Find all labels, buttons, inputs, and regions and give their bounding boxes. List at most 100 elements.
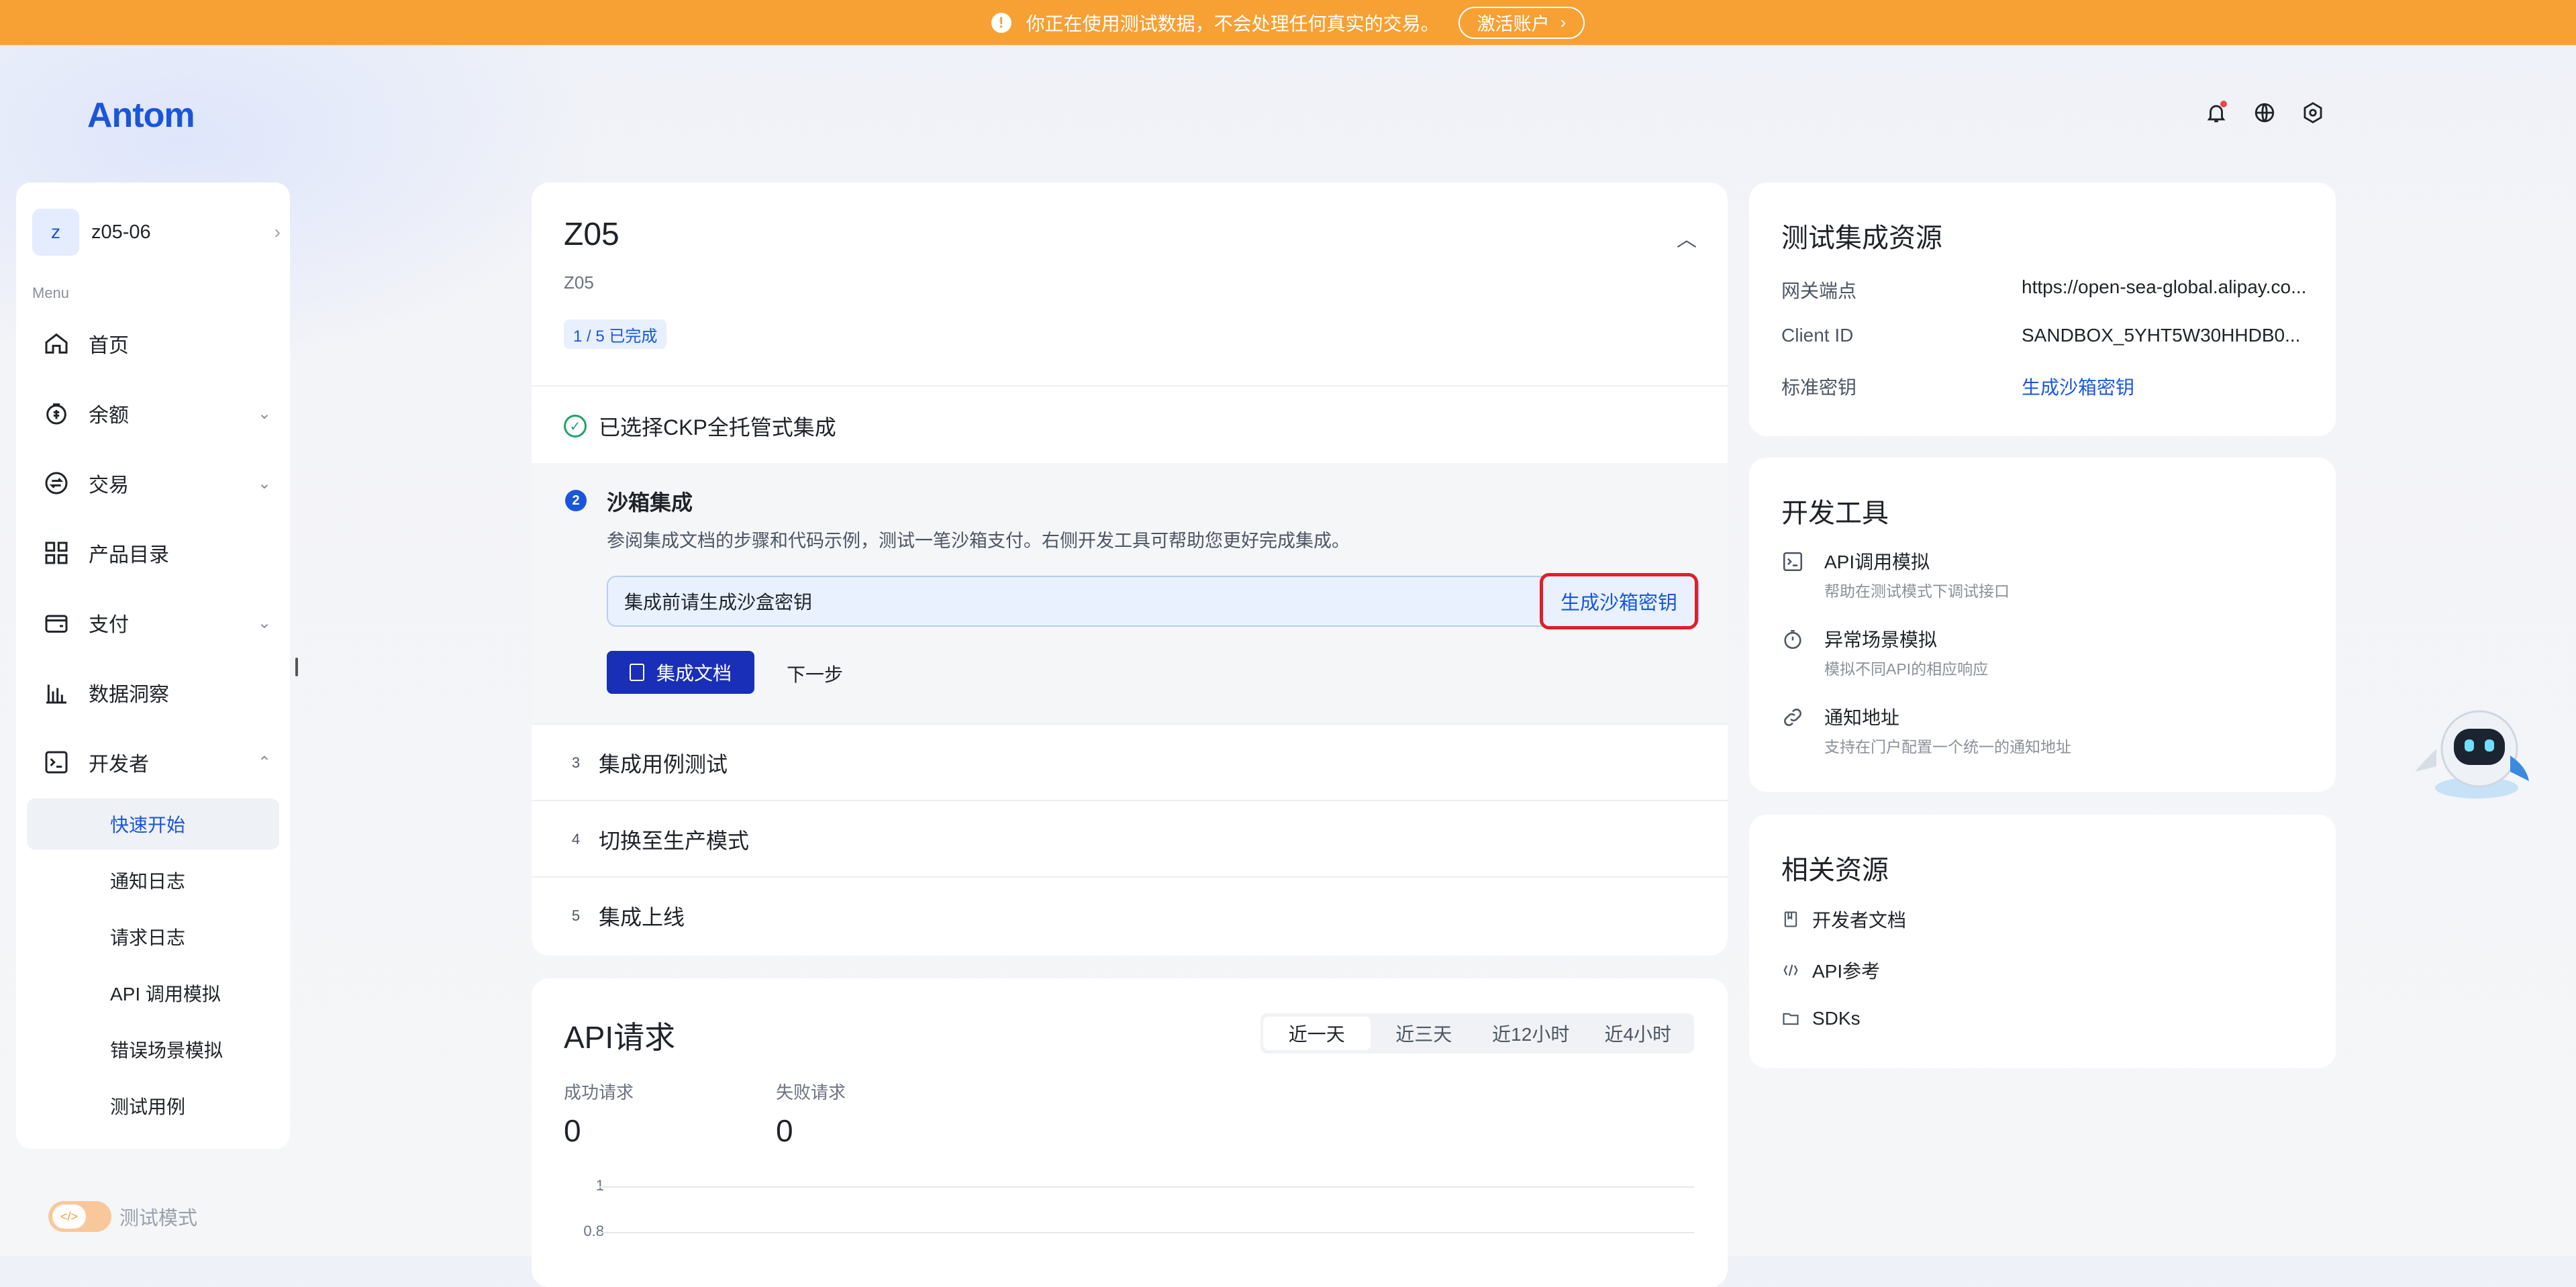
step-number: 4: [571, 831, 581, 847]
test-resources-title: 测试集成资源: [1781, 223, 1942, 253]
assistant-robot-icon[interactable]: [2410, 702, 2533, 801]
exchange-icon: [45, 472, 68, 495]
chevron-up-icon[interactable]: ︿: [1677, 223, 1697, 252]
failed-requests-value: 0: [776, 1113, 793, 1148]
step-2-title: 沙箱集成: [607, 491, 693, 515]
test-mode-label: 测试模式: [119, 1208, 198, 1229]
resource-label: API参考: [1812, 961, 1881, 982]
step-3-row[interactable]: 3 集成用例测试: [532, 726, 1728, 800]
nav-item-transactions[interactable]: 交易 ⌄: [43, 463, 271, 503]
book-icon: [1784, 911, 1797, 927]
sidebar: z z05-06 › Menu 首页 余额 ⌄ 交易 ⌄ 产品目录 支付 ⌄ 数…: [16, 183, 290, 1149]
time-range-selector: 近一天 近三天 近12小时 近4小时: [1260, 1013, 1694, 1053]
failed-requests-label: 失败请求: [776, 1082, 846, 1102]
tool-description: 帮助在测试模式下调试接口: [1824, 582, 2010, 600]
document-icon: [629, 664, 644, 681]
step-1-row[interactable]: ✓ 已选择CKP全托管式集成: [532, 389, 1728, 463]
integration-docs-button[interactable]: 集成文档: [607, 651, 754, 694]
sub-item-api-simulation[interactable]: API 调用模拟: [27, 968, 279, 1019]
step-label: 集成用例测试: [599, 752, 728, 776]
generate-key-link[interactable]: 生成沙箱密钥: [2022, 373, 2310, 400]
brand-logo[interactable]: Antom: [87, 95, 195, 136]
home-icon: [45, 333, 68, 354]
client-id-label: Client ID: [1781, 325, 1854, 346]
nav-item-developer[interactable]: 开发者 ⌃: [43, 742, 271, 782]
sub-item-request-logs[interactable]: 请求日志: [27, 911, 279, 962]
terminal-icon: [45, 751, 68, 774]
test-data-banner: ! 你正在使用测试数据，不会处理任何真实的交易。 激活账户 ›: [0, 0, 2576, 45]
nav-item-payments[interactable]: 支付 ⌄: [43, 603, 271, 643]
step-1-label: 已选择CKP全托管式集成: [599, 415, 836, 440]
nav-label: 产品目录: [89, 544, 169, 566]
range-option[interactable]: 近12小时: [1477, 1017, 1585, 1050]
tool-description: 支持在门户配置一个统一的通知地址: [1824, 738, 2071, 756]
related-resources-card: 相关资源 开发者文档 API参考 SDKs: [1749, 815, 2336, 1068]
tool-title: 异常场景模拟: [1824, 629, 1938, 650]
chevron-down-icon: ⌄: [257, 613, 271, 632]
nav-item-balance[interactable]: 余额 ⌄: [43, 393, 271, 433]
standard-key-label: 标准密钥: [1781, 377, 1857, 398]
chevron-up-icon: ⌃: [257, 753, 271, 772]
nav-item-home[interactable]: 首页: [43, 323, 271, 364]
account-switcher[interactable]: z z05-06 ›: [32, 208, 281, 256]
chevron-down-icon: ⌄: [257, 474, 271, 493]
nav-label: 交易: [89, 474, 129, 497]
sub-item-test-cases[interactable]: 测试用例: [27, 1080, 279, 1131]
tool-description: 模拟不同API的相应响应: [1824, 660, 1989, 678]
gateway-label: 网关端点: [1781, 280, 1857, 301]
avatar: z: [32, 209, 79, 256]
sub-item-error-simulation[interactable]: 错误场景模拟: [27, 1024, 279, 1075]
chart-icon: [46, 684, 66, 704]
nav-label: 余额: [89, 405, 129, 427]
step-4-row[interactable]: 4 切换至生产模式: [532, 803, 1728, 876]
resource-label: SDKs: [1812, 1008, 1861, 1029]
sub-item-label: 快速开始: [110, 815, 186, 835]
integration-subtitle: Z05: [564, 272, 594, 293]
test-resources-card: 测试集成资源 网关端点 https://open-sea-global.alip…: [1749, 183, 2336, 436]
step-5-row[interactable]: 5 集成上线: [532, 879, 1728, 953]
sub-item-notification-logs[interactable]: 通知日志: [27, 855, 279, 906]
bell-icon[interactable]: [2203, 99, 2230, 126]
gateway-value[interactable]: https://open-sea-global.alipay.co...: [2022, 276, 2310, 298]
activate-account-button[interactable]: 激活账户 ›: [1458, 6, 1585, 39]
sub-item-quick-start[interactable]: 快速开始: [27, 799, 279, 850]
step-2-description: 参阅集成文档的步骤和代码示例，测试一笔沙箱支付。右侧开发工具可帮助您更好完成集成…: [607, 531, 1350, 551]
settings-icon[interactable]: [2299, 99, 2326, 126]
generate-sandbox-key-button[interactable]: 生成沙箱密钥: [1540, 573, 1698, 629]
nav-label: 数据洞察: [89, 684, 169, 706]
sub-item-label: API 调用模拟: [110, 984, 221, 1005]
chevron-right-icon: ›: [1560, 12, 1567, 32]
sandbox-key-field[interactable]: 集成前请生成沙盒密钥: [607, 576, 1699, 627]
sub-item-label: 请求日志: [110, 927, 186, 948]
nav-label: 支付: [89, 614, 129, 636]
api-requests-card: API请求 近一天 近三天 近12小时 近4小时 成功请求 0 失败请求 0 1…: [532, 978, 1728, 1287]
step-label: 切换至生产模式: [599, 829, 750, 853]
api-requests-title: API请求: [564, 1020, 676, 1055]
activate-account-label: 激活账户: [1477, 14, 1550, 34]
resource-developer-docs[interactable]: 开发者文档: [1781, 906, 1906, 933]
grid-icon: [45, 542, 68, 564]
step-number: 3: [571, 754, 581, 771]
toggle-switch[interactable]: </>: [48, 1201, 111, 1232]
test-mode-toggle[interactable]: </> 测试模式: [48, 1201, 197, 1232]
range-option[interactable]: 近4小时: [1585, 1017, 1692, 1050]
range-option[interactable]: 近三天: [1371, 1017, 1478, 1050]
account-name: z05-06: [91, 221, 151, 243]
nav-item-product-catalog[interactable]: 产品目录: [43, 533, 271, 573]
terminal-icon: [1783, 552, 1803, 572]
nav-item-data-insights[interactable]: 数据洞察: [43, 672, 271, 713]
nav-label: 开发者: [89, 754, 149, 776]
sidebar-collapse-handle[interactable]: [295, 658, 298, 676]
client-id-value[interactable]: SANDBOX_5YHT5W30HHDB0...: [2022, 325, 2310, 346]
tool-title: API调用模拟: [1824, 552, 1930, 572]
divider: [532, 800, 1728, 801]
code-slash-icon: [1783, 964, 1798, 976]
wallet-icon: [46, 403, 66, 425]
check-circle-icon: ✓: [564, 415, 587, 437]
range-option[interactable]: 近一天: [1263, 1017, 1371, 1050]
resource-api-reference[interactable]: API参考: [1781, 957, 1880, 984]
resource-sdks[interactable]: SDKs: [1781, 1008, 1861, 1029]
next-step-button[interactable]: 下一步: [787, 660, 843, 687]
chevron-right-icon: ›: [274, 221, 281, 242]
globe-icon[interactable]: [2251, 99, 2278, 126]
